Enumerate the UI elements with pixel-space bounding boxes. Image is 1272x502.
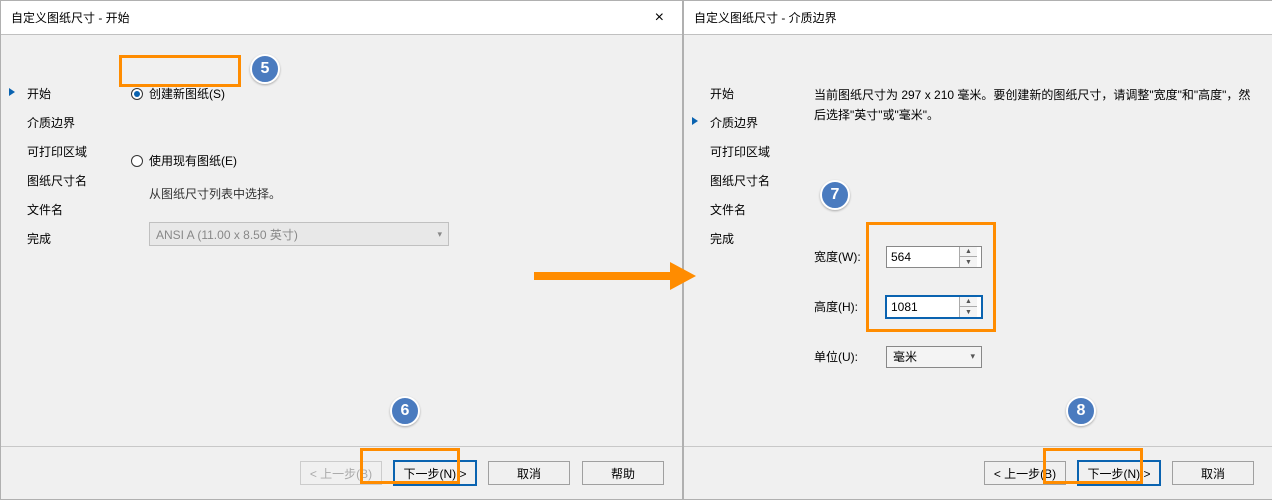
prev-button: < 上一步(B) — [300, 461, 382, 485]
sidebar-item-name[interactable]: 图纸尺寸名 — [698, 172, 794, 189]
sidebar-item-start[interactable]: 开始 — [698, 85, 794, 102]
hint-text: 从图纸尺寸列表中选择。 — [149, 185, 662, 202]
annotation-arrow-head-icon — [670, 262, 696, 290]
chevron-down-icon: ▾ — [970, 351, 975, 362]
radio-create-new[interactable]: 创建新图纸(S) — [131, 85, 662, 102]
width-spinner[interactable]: ▲ ▼ — [886, 246, 982, 268]
height-input[interactable] — [887, 297, 959, 317]
next-button[interactable]: 下一步(N) > — [394, 461, 476, 485]
sidebar-item-finish[interactable]: 完成 — [698, 230, 794, 247]
prev-button[interactable]: < 上一步(B) — [984, 461, 1066, 485]
height-label: 高度(H): — [814, 298, 886, 315]
unit-value: 毫米 — [893, 348, 917, 365]
radio-icon — [131, 88, 143, 100]
radio-use-existing[interactable]: 使用现有图纸(E) — [131, 152, 662, 169]
annotation-arrow-stem — [534, 272, 674, 280]
spinner-up-icon[interactable]: ▲ — [960, 297, 977, 308]
sidebar-item-media[interactable]: 介质边界 — [698, 114, 794, 131]
sidebar-item-file[interactable]: 文件名 — [698, 201, 794, 218]
select-value: ANSI A (11.00 x 8.50 英寸) — [156, 226, 298, 243]
unit-label: 单位(U): — [814, 348, 886, 365]
titlebar: 自定义图纸尺寸 - 开始 × — [1, 1, 682, 35]
close-icon[interactable]: × — [647, 10, 672, 26]
width-row: 宽度(W): ▲ ▼ — [814, 246, 1252, 268]
unit-select[interactable]: 毫米 ▾ — [886, 346, 982, 368]
width-label: 宽度(W): — [814, 248, 886, 265]
height-row: 高度(H): ▲ ▼ — [814, 296, 1252, 318]
dialog-footer: < 上一步(B) 下一步(N) > 取消 — [684, 446, 1272, 499]
window-title: 自定义图纸尺寸 - 介质边界 — [694, 9, 837, 26]
radio-label: 创建新图纸(S) — [149, 85, 225, 102]
sidebar-item-start[interactable]: 开始 — [15, 85, 111, 102]
paper-size-select[interactable]: ANSI A (11.00 x 8.50 英寸) ▾ — [149, 222, 449, 246]
sidebar-item-file[interactable]: 文件名 — [15, 201, 111, 218]
spinner-up-icon[interactable]: ▲ — [960, 247, 977, 258]
height-spinner[interactable]: ▲ ▼ — [886, 296, 982, 318]
chevron-down-icon: ▾ — [437, 229, 442, 240]
annotation-badge-7: 7 — [820, 180, 850, 210]
cancel-button[interactable]: 取消 — [488, 461, 570, 485]
radio-label: 使用现有图纸(E) — [149, 152, 237, 169]
instruction-text: 当前图纸尺寸为 297 x 210 毫米。要创建新的图纸尺寸，请调整"宽度"和"… — [814, 85, 1252, 126]
annotation-badge-5: 5 — [250, 54, 280, 84]
dialog-footer: < 上一步(B) 下一步(N) > 取消 帮助 — [1, 446, 682, 499]
sidebar-item-name[interactable]: 图纸尺寸名 — [15, 172, 111, 189]
window-title: 自定义图纸尺寸 - 开始 — [11, 9, 130, 26]
annotation-badge-8: 8 — [1066, 396, 1096, 426]
wizard-sidebar: 开始 介质边界 可打印区域 图纸尺寸名 文件名 完成 — [684, 45, 794, 446]
width-input[interactable] — [887, 247, 959, 267]
sidebar-item-media[interactable]: 介质边界 — [15, 114, 111, 131]
cancel-button[interactable]: 取消 — [1172, 461, 1254, 485]
dialog-start: 自定义图纸尺寸 - 开始 × 开始 介质边界 可打印区域 图纸尺寸名 文件名 完… — [0, 0, 683, 500]
wizard-sidebar: 开始 介质边界 可打印区域 图纸尺寸名 文件名 完成 — [1, 45, 111, 446]
unit-row: 单位(U): 毫米 ▾ — [814, 346, 1252, 368]
titlebar: 自定义图纸尺寸 - 介质边界 — [684, 1, 1272, 35]
sidebar-item-printable[interactable]: 可打印区域 — [15, 143, 111, 160]
sidebar-item-printable[interactable]: 可打印区域 — [698, 143, 794, 160]
help-button[interactable]: 帮助 — [582, 461, 664, 485]
spinner-down-icon[interactable]: ▼ — [960, 257, 977, 267]
radio-icon — [131, 155, 143, 167]
sidebar-item-finish[interactable]: 完成 — [15, 230, 111, 247]
next-button[interactable]: 下一步(N) > — [1078, 461, 1160, 485]
spinner-down-icon[interactable]: ▼ — [960, 307, 977, 317]
annotation-badge-6: 6 — [390, 396, 420, 426]
dialog-media-bounds: 自定义图纸尺寸 - 介质边界 开始 介质边界 可打印区域 图纸尺寸名 文件名 完… — [683, 0, 1272, 500]
